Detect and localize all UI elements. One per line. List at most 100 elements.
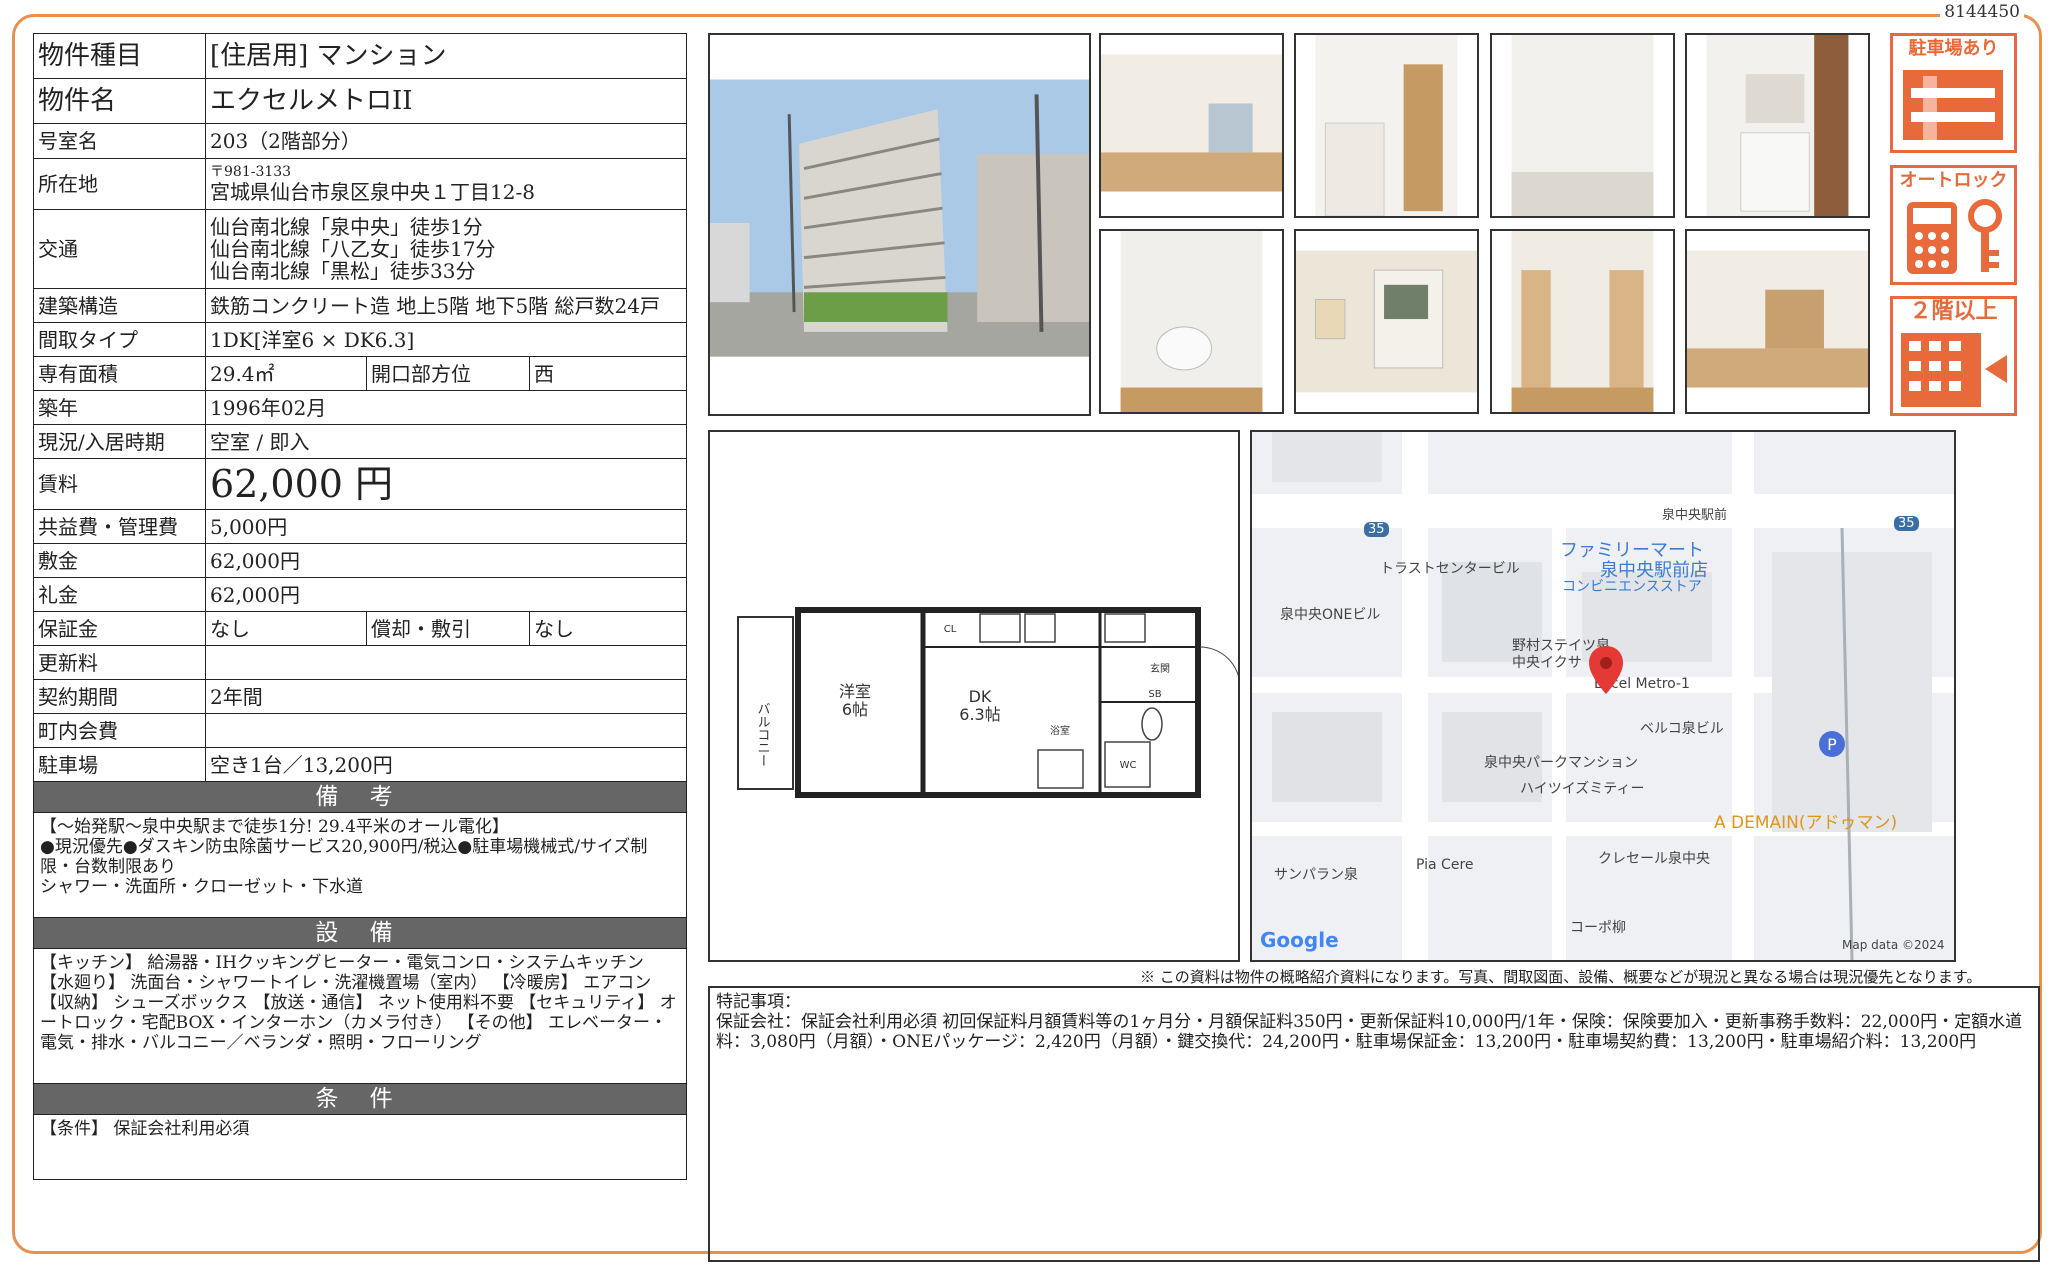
laundry-photo: [1490, 33, 1675, 218]
value-address: 〒981-3133 宮城県仙台市泉区泉中央１丁目12-8: [206, 159, 686, 209]
lock-icon: [1907, 199, 2002, 274]
value-layout: 1DK[洋室6 × DK6.3]: [210, 327, 415, 352]
label-structure: 建築構造: [34, 289, 206, 322]
row-guarantee: 保証金 なし 償却・敷引 なし: [34, 611, 686, 645]
bath-label: 浴室: [1050, 724, 1070, 737]
value-type: [住居用] マンション: [210, 41, 447, 71]
label-orientation: 開口部方位: [366, 357, 530, 390]
label-status: 現況/入居時期: [34, 425, 206, 458]
value-built: 1996年02月: [210, 395, 327, 420]
convenience-store-label: コンビニエンスストア: [1562, 579, 1702, 595]
label-guarantee: 保証金: [34, 612, 206, 645]
row-status: 現況/入居時期 空室 / 即入: [34, 424, 686, 458]
closet-label: CL: [944, 624, 957, 635]
label-rent: 賃料: [34, 459, 206, 509]
address-text: 宮城県仙台市泉区泉中央１丁目12-8: [210, 180, 535, 204]
intercom-photo: [1294, 229, 1479, 414]
value-rent: 62,000 円: [210, 462, 394, 506]
station-label: 泉中央駅前: [1662, 508, 1728, 523]
postal-code: 〒981-3133: [210, 164, 292, 180]
document-number: 8144450: [1940, 2, 2024, 22]
label-contract: 契約期間: [34, 680, 206, 713]
row-parking: 駐車場 空き1台／13,200円: [34, 747, 686, 781]
room2-label: DK: [969, 687, 992, 706]
transport-line-1: 仙台南北線「泉中央」徒歩1分: [210, 215, 483, 239]
row-layout: 間取タイプ 1DK[洋室6 × DK6.3]: [34, 322, 686, 356]
row-key-money: 礼金 62,000円: [34, 577, 686, 611]
row-transport: 交通 仙台南北線「泉中央」徒歩1分 仙台南北線「八乙女」徒歩17分 仙台南北線「…: [34, 209, 686, 288]
label-layout: 間取タイプ: [34, 323, 206, 356]
corpo-label: コーポ柳: [1570, 920, 1626, 936]
route-35-shield-right: 35: [1894, 516, 1919, 531]
label-renewal: 更新料: [34, 646, 206, 679]
label-address: 所在地: [34, 159, 206, 209]
conditions-header: 条 件: [34, 1083, 686, 1114]
label-name: 物件名: [34, 79, 206, 123]
row-type: 物件種目 [住居用] マンション: [34, 34, 686, 78]
value-key-money: 62,000円: [210, 582, 300, 607]
one-building-label: 泉中央ONEビル: [1280, 607, 1381, 623]
value-name: エクセルメトロII: [210, 86, 413, 116]
svg-text:P: P: [1827, 735, 1837, 754]
equipment-text: 【キッチン】 給湯器・IHクッキングヒーター・電気コンロ・システムキッチン 【水…: [34, 948, 686, 1083]
value-area: 29.4㎡: [210, 361, 275, 386]
building-floor-icon: [1901, 333, 2007, 407]
row-built: 築年 1996年02月: [34, 390, 686, 424]
room-photo-1: [1099, 33, 1284, 218]
row-fee: 共益費・管理費 5,000円: [34, 509, 686, 543]
room-photo-2: [1685, 229, 1870, 414]
remarks-header: 備 考: [34, 781, 686, 812]
row-room: 号室名 203（2階部分）: [34, 123, 686, 158]
ademain-label: A DEMAIN(アドゥマン): [1714, 813, 1898, 833]
label-deposit: 敷金: [34, 544, 206, 577]
nomura-label-2: 中央イクサ: [1512, 655, 1582, 671]
row-structure: 建築構造 鉄筋コンクリート造 地上5階 地下5階 総戸数24戸: [34, 288, 686, 322]
sunparan-label: サンパラン泉: [1274, 867, 1358, 883]
route-35-shield-left: 35: [1364, 522, 1389, 537]
value-parking: 空き1台／13,200円: [210, 752, 393, 777]
wc-label: WC: [1120, 760, 1137, 771]
room1-label: 洋室: [839, 682, 871, 701]
parking-badge: 駐車場あり: [1890, 33, 2017, 153]
row-address: 所在地 〒981-3133 宮城県仙台市泉区泉中央１丁目12-8: [34, 158, 686, 209]
label-parking: 駐車場: [34, 748, 206, 781]
sb-label: SB: [1148, 689, 1161, 700]
google-logo: Google: [1260, 928, 1339, 952]
equipment-header: 設 備: [34, 917, 686, 948]
room1-size: 6帖: [842, 700, 868, 719]
building-exterior-photo: [708, 33, 1091, 416]
trust-center-label: トラストセンタービル: [1380, 561, 1520, 577]
autolock-badge: オートロック: [1890, 165, 2017, 285]
special-notes-title: 特記事項：: [716, 992, 801, 1012]
transport-line-3: 仙台南北線「黒松」徒歩33分: [210, 259, 476, 283]
property-info-table: 物件種目 [住居用] マンション 物件名 エクセルメトロII 号室名 203（2…: [33, 33, 687, 1180]
special-notes-box: 特記事項： 保証会社：保証会社利用必須 初回保証料月額賃料等の1ヶ月分・月額保証…: [708, 986, 2040, 1262]
row-contract: 契約期間 2年間: [34, 679, 686, 713]
value-amortization: なし: [534, 616, 574, 641]
parking-badge-label: 駐車場あり: [1908, 38, 1999, 59]
map-attribution: Map data ©2024: [1842, 938, 1945, 952]
special-notes-text: 保証会社：保証会社利用必須 初回保証料月額賃料等の1ヶ月分・月額保証料350円・…: [716, 1012, 2023, 1052]
heights-label: ハイツイズミティー: [1520, 781, 1645, 797]
disclaimer-text: ※ この資料は物件の概略紹介資料になります。写真、間取図面、設備、概要などが現況…: [1140, 968, 1982, 986]
row-community-fee: 町内会費: [34, 713, 686, 747]
autolock-badge-label: オートロック: [1899, 170, 2008, 191]
label-type: 物件種目: [34, 34, 206, 78]
washroom-photo: [1685, 33, 1870, 218]
floor-plan: バルコニー 洋室 6帖 DK 6.3帖 CL 浴室 SB 玄関 WC: [708, 430, 1241, 962]
pia-cere-label: Pia Cere: [1416, 857, 1474, 873]
value-status: 空室 / 即入: [210, 429, 310, 454]
parking-map-icon: P: [1819, 731, 1845, 757]
second-floor-badge: ２階以上: [1890, 296, 2017, 416]
row-rent: 賃料 62,000 円: [34, 458, 686, 509]
value-deposit: 62,000円: [210, 548, 300, 573]
parking-icon: [1903, 70, 2003, 140]
value-renewal: [206, 646, 686, 679]
value-orientation: 西: [534, 361, 554, 386]
label-room: 号室名: [34, 124, 206, 158]
remarks-text: 【～始発駅～泉中央駅まで徒歩1分! 29.4平米のオール電化】 ●現況優先●ダス…: [34, 812, 686, 917]
toilet-photo: [1099, 229, 1284, 414]
location-pin-icon: [1589, 646, 1623, 694]
row-area: 専有面積 29.4㎡ 開口部方位 西: [34, 356, 686, 390]
row-deposit: 敷金 62,000円: [34, 543, 686, 577]
